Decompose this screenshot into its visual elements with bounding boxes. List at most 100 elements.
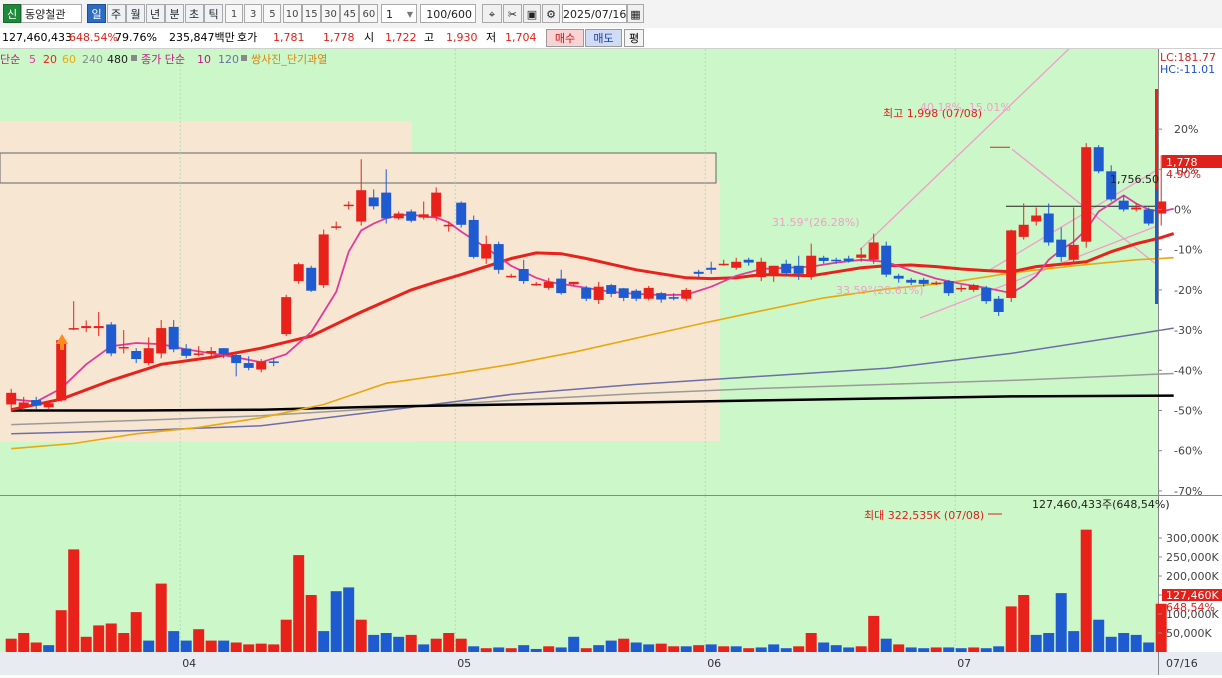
save-icon[interactable]: ▣: [523, 4, 541, 23]
volume-bar: [230, 642, 242, 652]
volume-bar: [130, 612, 142, 652]
candle-body: [1056, 239, 1067, 257]
y-tick-label: -30%: [1174, 324, 1202, 337]
interval-button-60[interactable]: 60: [359, 4, 379, 23]
volume-bar: [993, 646, 1005, 652]
volume-bar: [255, 643, 267, 652]
candle-body: [756, 261, 767, 278]
volume-bar: [18, 633, 30, 652]
candle-body: [81, 326, 92, 329]
sell-button[interactable]: 매도: [585, 29, 622, 47]
interval-button-5[interactable]: 5: [263, 4, 282, 23]
candle-body: [481, 244, 492, 259]
volume-bar: [1130, 634, 1142, 652]
volume-bar: [743, 648, 755, 652]
candle-body: [443, 224, 454, 227]
candle-body: [256, 361, 267, 370]
candle-body: [1093, 147, 1104, 172]
interval-button-3[interactable]: 3: [244, 4, 263, 23]
volume-bar: [730, 646, 742, 652]
candle-body: [43, 403, 54, 408]
scissors-icon[interactable]: ✂: [503, 4, 522, 23]
period-tab-2[interactable]: 월: [126, 4, 145, 23]
stock-name-input[interactable]: 동양철관: [21, 4, 82, 23]
buy-button[interactable]: 매수: [546, 29, 584, 47]
hc-label: HC:-11.01: [1160, 63, 1215, 76]
candle-body: [981, 287, 992, 302]
volume-current-pct: 648,54%: [1166, 601, 1215, 614]
volume-bar: [1105, 636, 1117, 652]
y-tick-label: -50%: [1174, 405, 1202, 418]
volume-bar: [918, 648, 930, 652]
calendar-icon[interactable]: ▦: [627, 4, 644, 23]
candle-body: [618, 288, 629, 298]
volume-bar: [418, 644, 430, 652]
candle-body: [231, 355, 242, 364]
volume-bar: [1018, 595, 1030, 652]
period-tab-5[interactable]: 초: [184, 4, 204, 23]
candle-body: [356, 190, 367, 222]
volume-bar: [880, 638, 892, 652]
interval-button-15[interactable]: 15: [301, 4, 321, 23]
volume-value: 127,460,433: [2, 31, 72, 44]
candle-body: [131, 351, 142, 360]
period-tab-6[interactable]: 틱: [204, 4, 223, 23]
count-input[interactable]: 100/600: [420, 4, 476, 23]
volume-bar: [368, 634, 380, 652]
volume-bar: [1005, 606, 1017, 652]
legend-vol-period-2: 120: [218, 53, 239, 66]
candle-body: [168, 326, 179, 350]
candle-body: [768, 265, 779, 274]
volume-bar: [1093, 619, 1105, 652]
volume-bar: [1055, 593, 1067, 652]
candle-body: [68, 328, 79, 330]
candle-body: [156, 328, 167, 354]
candle-body: [806, 255, 817, 276]
volume-bar: [143, 640, 155, 652]
period-tab-3[interactable]: 년: [145, 4, 165, 23]
period-tab-4[interactable]: 분: [165, 4, 184, 23]
low-label: 저: [486, 31, 497, 44]
period-tab-0[interactable]: 일: [87, 4, 106, 23]
average-button[interactable]: 평: [624, 29, 644, 47]
volume-bar: [930, 647, 942, 652]
volume-bar: [1080, 529, 1092, 652]
date-input[interactable]: 2025/07/16: [562, 4, 627, 23]
open-label: 시: [364, 31, 375, 44]
interval-select[interactable]: 1 ▼: [381, 4, 417, 23]
candle-body: [931, 282, 942, 285]
resistance-zone: [0, 153, 716, 183]
volume-bar: [343, 587, 355, 652]
volume-bar: [905, 647, 917, 652]
market-badge: 신: [3, 4, 21, 23]
candle-body: [268, 361, 279, 363]
volume-bar: [355, 619, 367, 652]
interval-button-45[interactable]: 45: [340, 4, 360, 23]
candle-body: [6, 392, 17, 405]
volume-bar: [493, 647, 505, 652]
candle-body: [706, 267, 717, 270]
legend-square-icon: [131, 55, 137, 61]
gear-icon[interactable]: ⚙: [542, 4, 560, 23]
candle-body: [206, 351, 217, 354]
y-tick-label: 20%: [1174, 123, 1198, 136]
crosshair-icon[interactable]: ⌖: [482, 4, 502, 23]
candle-body: [868, 242, 879, 260]
volume-bar: [593, 645, 605, 652]
interval-button-1[interactable]: 1: [225, 4, 243, 23]
candle-body: [606, 285, 617, 294]
period-tab-1[interactable]: 주: [106, 4, 126, 23]
legend-vol-period-1: 10: [197, 53, 211, 66]
interval-button-10[interactable]: 10: [282, 4, 302, 23]
chart-area[interactable]: 20% 10% 0% -10% -20% -30% -40% -50% -60% -70% 04 05…: [0, 28, 1222, 675]
volume-bar: [218, 640, 230, 652]
stock-chart-svg[interactable]: 20%10%0%-10%-20%-30%-40%-50%-60%-70%04 05…: [0, 28, 1222, 675]
candle-body: [956, 287, 967, 290]
candle-body: [468, 219, 479, 257]
interval-button-30[interactable]: 30: [321, 4, 340, 23]
volume-tick-label: 250,000K: [1166, 551, 1219, 564]
axis-down-bar: [1155, 189, 1158, 304]
candle-body: [718, 263, 729, 266]
volume-bar: [468, 646, 480, 652]
candle-body: [818, 257, 829, 261]
